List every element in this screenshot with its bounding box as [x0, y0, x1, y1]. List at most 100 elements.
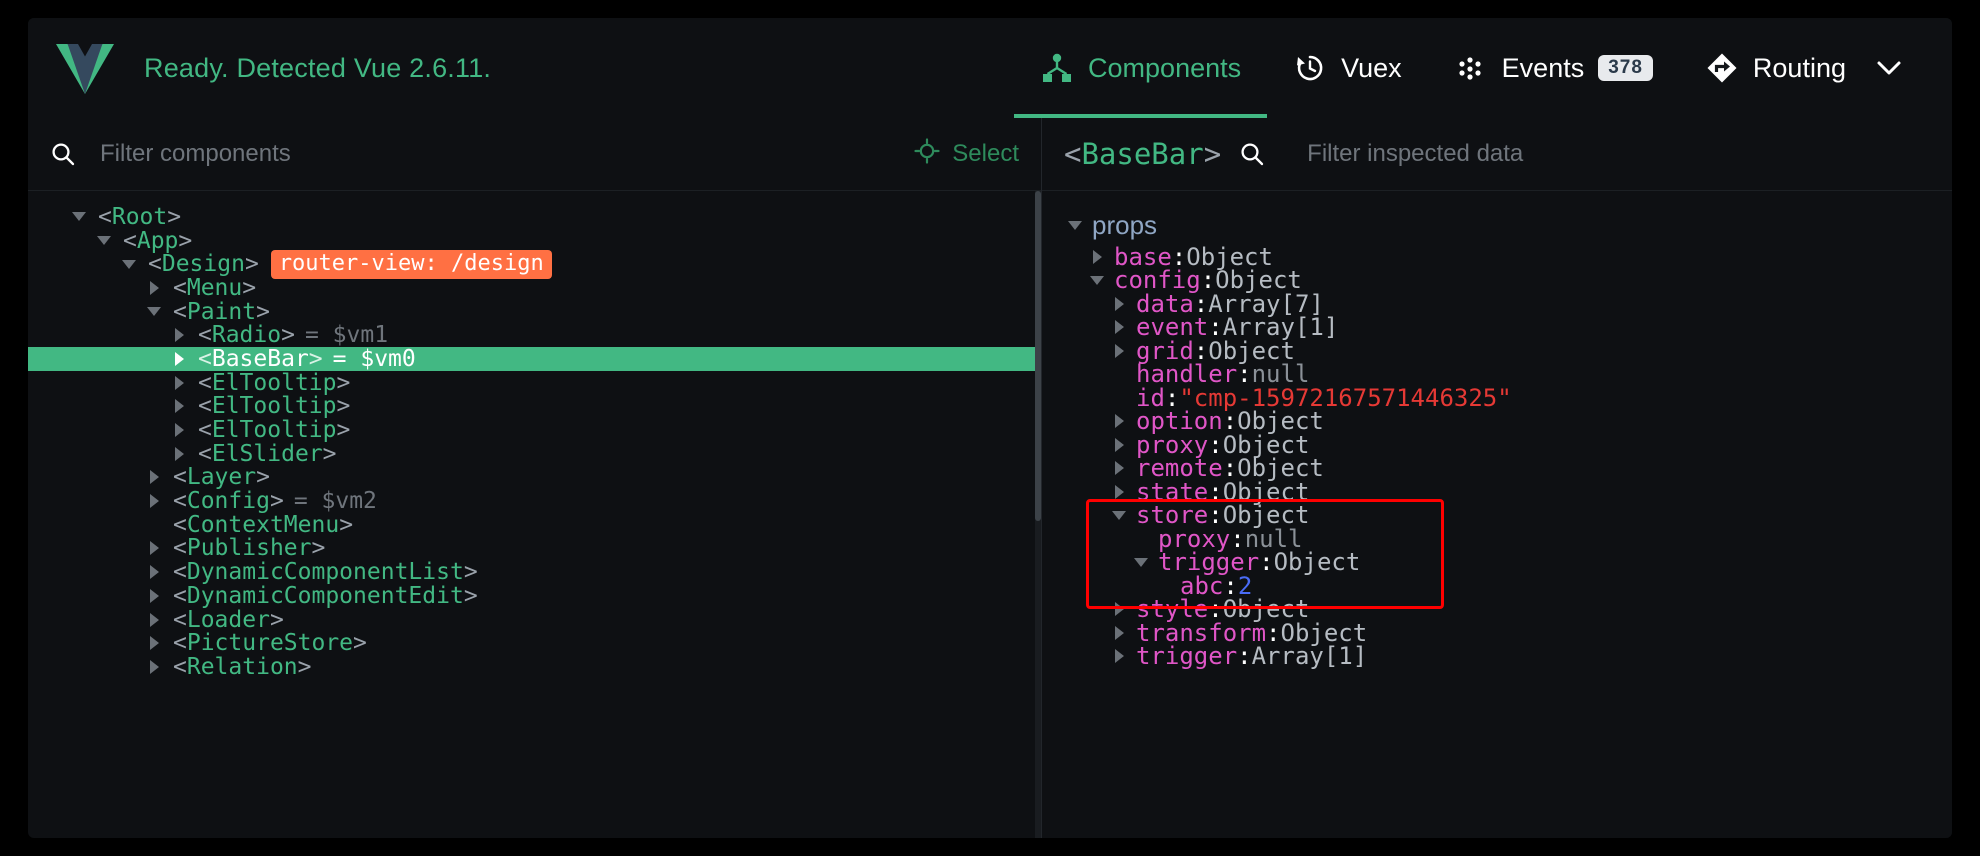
collapse-arrow-icon[interactable]: [1086, 276, 1108, 285]
tree-row[interactable]: <DynamicComponentEdit>: [28, 584, 1041, 608]
expand-arrow-icon[interactable]: [143, 494, 165, 508]
collapse-arrow-icon[interactable]: [143, 307, 165, 316]
data-row[interactable]: event: Array[1]: [1042, 316, 1952, 340]
tree-row[interactable]: <BaseBar> = $vm0: [28, 347, 1041, 371]
collapse-arrow-icon[interactable]: [1130, 558, 1152, 567]
tree-row[interactable]: <ElSlider>: [28, 442, 1041, 466]
expand-arrow-icon[interactable]: [1108, 602, 1130, 616]
inspector-header: <BaseBar>: [1042, 118, 1952, 191]
tab-events-label: Events: [1502, 53, 1585, 84]
expand-arrow-icon[interactable]: [1086, 250, 1108, 264]
tab-routing[interactable]: Routing: [1679, 18, 1928, 118]
tree-row[interactable]: <DynamicComponentList>: [28, 560, 1041, 584]
tree-row[interactable]: <Design>router-view: /design: [28, 252, 1041, 276]
tree-node-tag: <BaseBar>: [198, 346, 323, 372]
props-group-header[interactable]: props: [1042, 205, 1952, 245]
data-value: Array[1]: [1252, 642, 1368, 670]
tree-row[interactable]: <Loader>: [28, 608, 1041, 632]
collapse-arrow-icon[interactable]: [1108, 511, 1130, 520]
component-filter-input[interactable]: [98, 139, 894, 169]
data-row[interactable]: base: Object: [1042, 245, 1952, 269]
data-row[interactable]: grid: Object: [1042, 339, 1952, 363]
expand-arrow-icon[interactable]: [1108, 461, 1130, 475]
expand-arrow-icon[interactable]: [143, 613, 165, 627]
expand-arrow-icon[interactable]: [1108, 626, 1130, 640]
expand-arrow-icon[interactable]: [168, 423, 190, 437]
component-tree[interactable]: <Root><App><Design>router-view: /design<…: [28, 191, 1041, 838]
collapse-arrow-icon[interactable]: [68, 212, 90, 221]
data-row[interactable]: id: "cmp-15972167571446325": [1042, 386, 1952, 410]
expand-arrow-icon[interactable]: [1108, 438, 1130, 452]
tree-scrollbar-thumb[interactable]: [1035, 191, 1041, 521]
expand-arrow-icon[interactable]: [143, 660, 165, 674]
data-row[interactable]: option: Object: [1042, 410, 1952, 434]
data-row[interactable]: remote: Object: [1042, 457, 1952, 481]
tab-events[interactable]: Events 378: [1428, 18, 1679, 118]
tree-row[interactable]: <Relation>: [28, 655, 1041, 679]
collapse-arrow-icon[interactable]: [118, 260, 140, 269]
tab-components[interactable]: Components: [1014, 18, 1267, 118]
data-row[interactable]: trigger: Array[1]: [1042, 645, 1952, 669]
tree-row[interactable]: <Radio>= $vm1: [28, 323, 1041, 347]
tree-row[interactable]: <PictureStore>: [28, 631, 1041, 655]
tree-row[interactable]: <Paint>: [28, 300, 1041, 324]
expand-arrow-icon[interactable]: [168, 399, 190, 413]
bracket-open: <: [1064, 137, 1081, 171]
data-row[interactable]: proxy: null: [1042, 527, 1952, 551]
inspected-component-name: <BaseBar>: [1064, 137, 1221, 171]
chevron-down-icon[interactable]: [1876, 60, 1902, 76]
tree-row[interactable]: <Root>: [28, 205, 1041, 229]
tree-row[interactable]: <Config>= $vm2: [28, 489, 1041, 513]
expand-arrow-icon[interactable]: [1108, 320, 1130, 334]
tree-row[interactable]: <Publisher>: [28, 537, 1041, 561]
tree-node-tag: <Loader>: [173, 607, 284, 633]
inspected-data-filter-input[interactable]: [1305, 139, 1930, 169]
expand-arrow-icon[interactable]: [168, 376, 190, 390]
select-button[interactable]: Select: [894, 138, 1019, 171]
tree-row[interactable]: <ElTooltip>: [28, 371, 1041, 395]
data-row[interactable]: proxy: Object: [1042, 433, 1952, 457]
expand-arrow-icon[interactable]: [143, 470, 165, 484]
expand-arrow-icon[interactable]: [1108, 649, 1130, 663]
expand-arrow-icon[interactable]: [168, 447, 190, 461]
expand-arrow-icon[interactable]: [168, 352, 190, 366]
data-row[interactable]: state: Object: [1042, 480, 1952, 504]
expand-arrow-icon[interactable]: [143, 281, 165, 295]
collapse-arrow-icon[interactable]: [93, 236, 115, 245]
expand-arrow-icon[interactable]: [143, 541, 165, 555]
router-view-badge: router-view: /design: [271, 250, 552, 279]
tree-row[interactable]: <Menu>: [28, 276, 1041, 300]
tree-row[interactable]: <ContextMenu>: [28, 513, 1041, 537]
tree-node-vm-label: = $vm0: [333, 346, 416, 372]
data-row[interactable]: handler: null: [1042, 363, 1952, 387]
expand-arrow-icon[interactable]: [1108, 344, 1130, 358]
data-row[interactable]: trigger: Object: [1042, 551, 1952, 575]
inspected-data-tree[interactable]: props base: Objectconfig: Objectdata: Arr…: [1042, 191, 1952, 838]
expand-arrow-icon[interactable]: [143, 565, 165, 579]
data-row[interactable]: abc: 2: [1042, 574, 1952, 598]
collapse-arrow-icon[interactable]: [1064, 221, 1086, 230]
expand-arrow-icon[interactable]: [143, 589, 165, 603]
expand-arrow-icon[interactable]: [1108, 414, 1130, 428]
data-row[interactable]: store: Object: [1042, 504, 1952, 528]
expand-arrow-icon[interactable]: [1108, 485, 1130, 499]
component-filter-row: Select: [28, 118, 1041, 191]
tree-row[interactable]: <Layer>: [28, 466, 1041, 490]
tree-node-tag: <App>: [123, 228, 192, 254]
props-group-label: props: [1092, 210, 1157, 241]
data-key: trigger: [1136, 642, 1237, 670]
tree-row[interactable]: <ElTooltip>: [28, 395, 1041, 419]
data-row[interactable]: style: Object: [1042, 598, 1952, 622]
expand-arrow-icon[interactable]: [168, 328, 190, 342]
data-row[interactable]: transform: Object: [1042, 621, 1952, 645]
tree-scrollbar-track[interactable]: [1035, 191, 1041, 838]
tab-bar: Components Vuex: [1014, 18, 1952, 118]
tree-row[interactable]: <ElTooltip>: [28, 418, 1041, 442]
data-row[interactable]: data: Array[7]: [1042, 292, 1952, 316]
tab-vuex[interactable]: Vuex: [1267, 18, 1428, 118]
components-icon: [1040, 51, 1074, 85]
expand-arrow-icon[interactable]: [143, 636, 165, 650]
data-row[interactable]: config: Object: [1042, 269, 1952, 293]
tree-row[interactable]: <App>: [28, 229, 1041, 253]
expand-arrow-icon[interactable]: [1108, 297, 1130, 311]
